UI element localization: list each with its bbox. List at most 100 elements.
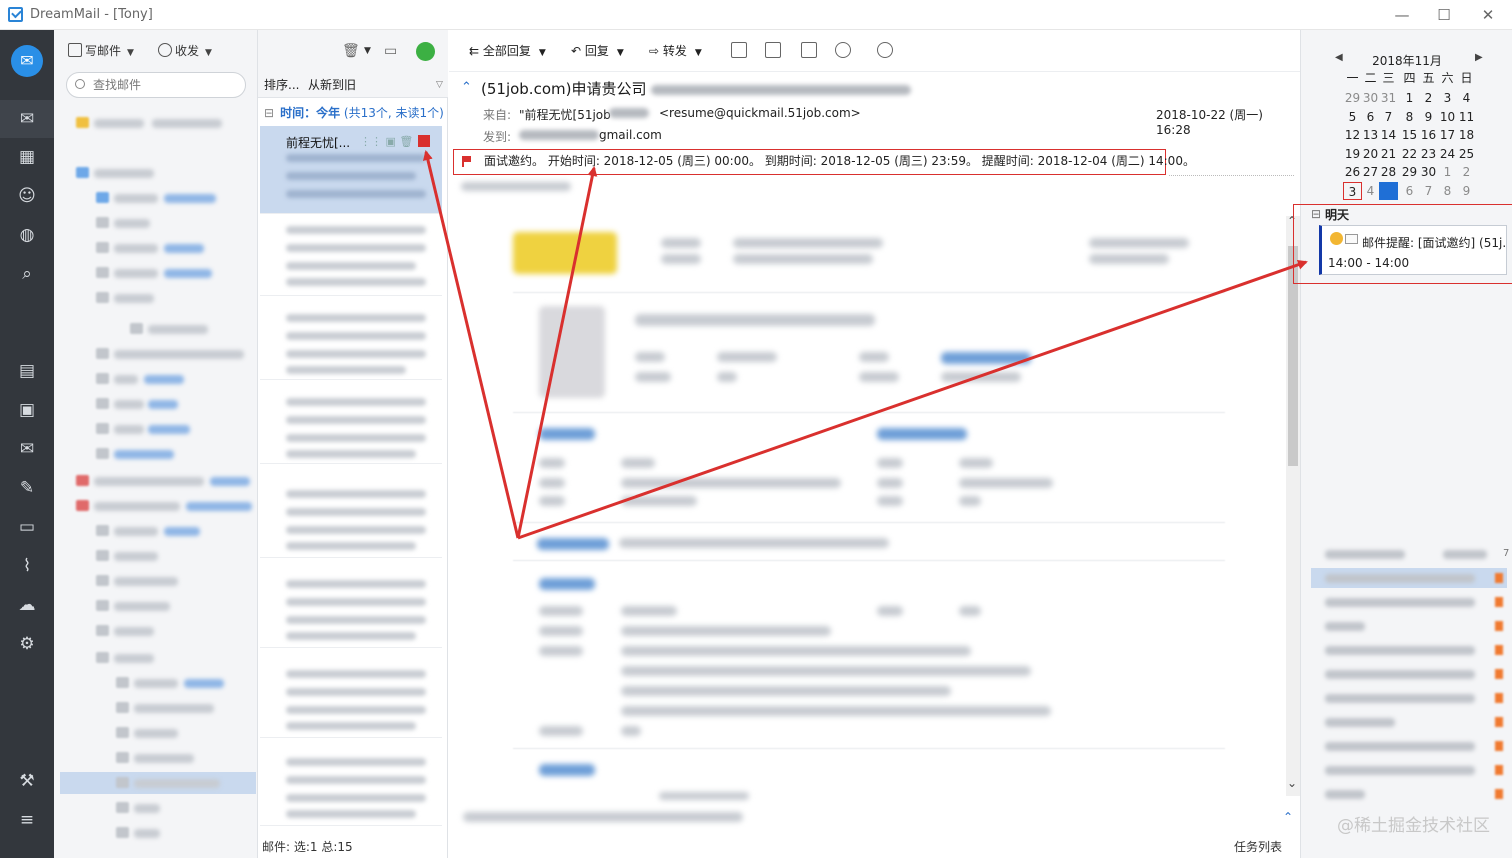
compose-button[interactable]: 写邮件 ▼ — [68, 40, 134, 62]
flag-icon[interactable] — [1495, 621, 1503, 631]
folder-row[interactable] — [60, 393, 256, 415]
menu-icon[interactable]: ≡ — [13, 806, 41, 834]
folder-row[interactable] — [60, 747, 256, 769]
calendar-day[interactable]: 9 — [1457, 182, 1476, 200]
calendar-day[interactable]: 31 — [1379, 89, 1398, 107]
calendar-day[interactable]: 2 — [1419, 89, 1438, 107]
task-row-selected[interactable] — [1311, 568, 1507, 588]
folder-row[interactable] — [60, 343, 256, 365]
search-input[interactable]: 查找邮件 — [66, 72, 246, 98]
calendar-day[interactable]: 6 — [1361, 108, 1380, 126]
expand-icon[interactable]: ⌃ — [1283, 810, 1293, 824]
more-icon[interactable] — [877, 42, 893, 58]
mail-item[interactable] — [260, 300, 442, 380]
calendar-day[interactable]: 1 — [1400, 89, 1419, 107]
zoom-icon[interactable] — [835, 42, 851, 58]
group-header[interactable]: ⊟ 时间：今年 (共13个, 未读1个) — [258, 102, 448, 124]
calendar-day[interactable]: 7 — [1419, 182, 1438, 200]
calendar-day[interactable]: 29 — [1400, 163, 1419, 181]
close-button[interactable]: ✕ — [1468, 3, 1508, 27]
folder-row[interactable] — [60, 112, 256, 134]
from-name[interactable]: "前程无忧[51job — [519, 106, 611, 123]
calendar-day[interactable]: 1 — [1438, 163, 1457, 181]
online-status-icon[interactable] — [416, 42, 435, 61]
folder-row[interactable] — [60, 647, 256, 669]
flag-icon[interactable] — [1495, 741, 1503, 751]
calendar-day[interactable]: 17 — [1438, 126, 1457, 144]
reply-all-button[interactable]: ⇇ 全部回复 ▼ — [469, 41, 546, 61]
folder-row[interactable] — [60, 520, 256, 542]
flag-icon[interactable] — [1495, 717, 1503, 727]
folder-row[interactable] — [60, 187, 256, 209]
folder-row[interactable] — [60, 368, 256, 390]
calendar-day[interactable]: 15 — [1400, 126, 1419, 144]
reminder-notice-bar[interactable]: 面试邀约。 开始时间: 2018-12-05 (周三) 00:00。 到期时间:… — [453, 149, 1195, 175]
calendar-day[interactable]: 8 — [1438, 182, 1457, 200]
minimize-button[interactable]: — — [1382, 3, 1422, 27]
mail-actions-icon[interactable]: ⋮⋮ ▣ 🗑 — [360, 135, 413, 148]
chevron-down-icon[interactable]: ▼ — [127, 48, 134, 58]
calendar-day[interactable]: 4 — [1457, 89, 1476, 107]
folder-row[interactable] — [60, 418, 256, 440]
delete-icon[interactable]: 🗑 — [342, 40, 360, 62]
calendar-day[interactable]: 3 — [1438, 89, 1457, 107]
calendar-day[interactable]: 16 — [1419, 126, 1438, 144]
reminder-card[interactable]: 邮件提醒: [面试邀约] (51j... 14:00 - 14:00 — [1319, 225, 1507, 275]
inbox-icon[interactable]: ✉ — [13, 435, 41, 463]
forward-button[interactable]: ⇨ 转发 ▼ — [649, 41, 702, 61]
notes-icon[interactable]: ▭ — [13, 513, 41, 541]
next-month-icon[interactable]: ▶ — [1475, 52, 1483, 63]
folder-row[interactable] — [60, 570, 256, 592]
mail-item[interactable] — [260, 478, 442, 558]
flag-icon[interactable] — [1495, 669, 1503, 679]
account-icon[interactable]: ▣ — [13, 396, 41, 424]
folder-row[interactable] — [60, 620, 256, 642]
task-row[interactable] — [1311, 760, 1507, 780]
chevron-down-icon[interactable]: ▼ — [695, 48, 702, 58]
settings-icon[interactable]: ⚙ — [13, 630, 41, 658]
flag-icon[interactable] — [1495, 765, 1503, 775]
sort-order[interactable]: 从新到旧 — [308, 72, 356, 98]
help-icon[interactable] — [765, 42, 781, 58]
calendar-day[interactable]: 6 — [1400, 182, 1419, 200]
globe-icon[interactable]: ◍ — [13, 221, 41, 249]
task-row[interactable] — [1311, 736, 1507, 756]
folder-row[interactable] — [60, 797, 256, 819]
folder-row[interactable] — [60, 595, 256, 617]
folder-row[interactable] — [60, 822, 256, 844]
flag-icon[interactable] — [1495, 573, 1503, 583]
search-icon[interactable]: ⌕ — [13, 260, 41, 288]
from-email[interactable]: <resume@quickmail.51job.com> — [659, 106, 861, 120]
calendar-day[interactable]: 21 — [1379, 145, 1398, 163]
task-row[interactable] — [1311, 592, 1507, 612]
mail-item[interactable] — [260, 216, 442, 296]
flag-icon[interactable] — [1495, 789, 1503, 799]
calendar-day[interactable]: 13 — [1361, 126, 1380, 144]
folder-row[interactable] — [60, 495, 256, 517]
calendar-day[interactable]: 25 — [1457, 145, 1476, 163]
mail-item[interactable] — [260, 568, 442, 648]
maximize-button[interactable]: ☐ — [1424, 3, 1464, 27]
calendar-day[interactable]: 30 — [1419, 163, 1438, 181]
collapse-icon[interactable]: ⊟ — [264, 106, 274, 120]
folder-row[interactable] — [60, 470, 256, 492]
folder-row[interactable] — [60, 722, 256, 744]
calendar-day[interactable]: 9 — [1419, 108, 1438, 126]
folder-row[interactable] — [60, 262, 256, 284]
translate-icon[interactable] — [801, 42, 817, 58]
calendar-day[interactable]: 23 — [1419, 145, 1438, 163]
mail-item-selected[interactable]: 前程无忧[... ⋮⋮ ▣ 🗑 — [260, 126, 442, 214]
chevron-down-icon[interactable]: ▼ — [364, 40, 371, 62]
calendar-icon[interactable]: ▦ — [13, 143, 41, 171]
calendar-day[interactable]: 20 — [1361, 145, 1380, 163]
folder-row[interactable] — [60, 287, 256, 309]
calendar-day[interactable]: 22 — [1400, 145, 1419, 163]
folder-row-selected[interactable] — [60, 772, 256, 794]
print-icon[interactable] — [731, 42, 747, 58]
chevron-down-icon[interactable]: ▼ — [205, 48, 212, 58]
chat-icon[interactable]: ▭ — [384, 40, 397, 62]
task-row[interactable] — [1311, 616, 1507, 636]
receive-button[interactable]: 收发 ▼ — [158, 40, 212, 62]
mail-icon[interactable]: ✉ — [13, 105, 41, 133]
folder-row[interactable] — [60, 545, 256, 567]
